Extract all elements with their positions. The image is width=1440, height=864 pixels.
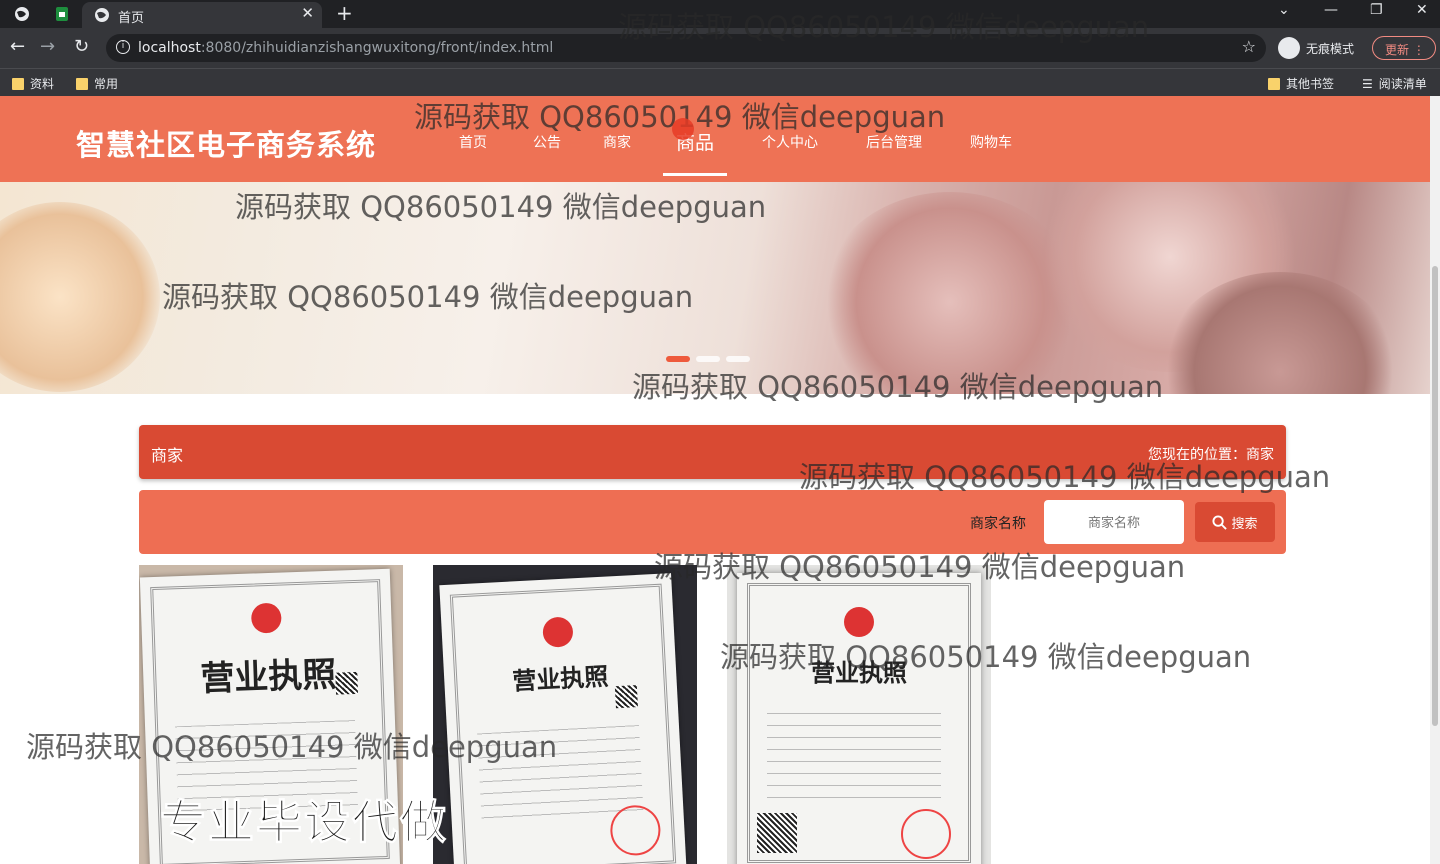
close-tab-icon[interactable]: ✕ bbox=[301, 4, 314, 22]
globe-icon[interactable] bbox=[12, 4, 32, 24]
qr-code-icon bbox=[614, 685, 638, 709]
watermark: 源码获取 QQ86050149 微信deepguan bbox=[654, 550, 1186, 584]
incognito-icon bbox=[1278, 37, 1300, 59]
watermark: 源码获取 QQ86050149 微信deepguan bbox=[799, 460, 1331, 494]
emblem-icon bbox=[844, 607, 874, 637]
carousel-dot[interactable] bbox=[726, 356, 750, 362]
merchant-card[interactable]: 营业执照 bbox=[727, 565, 991, 864]
update-label: 更新 bbox=[1385, 43, 1410, 57]
flower-shape bbox=[0, 202, 160, 392]
watermark: 源码获取 QQ86050149 微信deepguan bbox=[26, 730, 558, 764]
carousel-dot[interactable] bbox=[696, 356, 720, 362]
scroll-thumb[interactable] bbox=[1432, 266, 1438, 726]
bookmark-folder[interactable]: 常用 bbox=[76, 75, 118, 92]
forward-icon[interactable]: → bbox=[40, 36, 55, 57]
globe-icon bbox=[92, 5, 112, 25]
sheets-icon[interactable] bbox=[52, 4, 72, 24]
search-button[interactable]: 搜索 bbox=[1195, 502, 1275, 542]
watermark: 源码获取 QQ86050149 微信deepguan bbox=[162, 280, 694, 314]
watermark: 源码获取 QQ86050149 微信deepguan bbox=[632, 370, 1164, 404]
watermark: 源码获取 QQ86050149 微信deepguan bbox=[720, 640, 1252, 674]
reading-list-icon: ☰ bbox=[1362, 76, 1373, 91]
active-tab[interactable]: 首页 ✕ bbox=[82, 2, 322, 28]
bookmarks-bar: 资料 常用 其他书签 ☰ 阅读清单 bbox=[0, 68, 1440, 96]
incognito-indicator[interactable]: 无痕模式 bbox=[1278, 37, 1354, 59]
url-text[interactable]: localhost:8080/zhihuidianzishangwuxitong… bbox=[138, 40, 553, 56]
bookmark-star-icon[interactable]: ☆ bbox=[1242, 37, 1256, 56]
folder-icon bbox=[12, 77, 24, 90]
qr-code-icon bbox=[335, 671, 359, 695]
seal-icon bbox=[901, 809, 951, 859]
folder-icon bbox=[76, 77, 88, 90]
license-image: 营业执照 bbox=[439, 573, 687, 864]
reload-icon[interactable]: ↻ bbox=[74, 36, 89, 57]
mouse-cursor bbox=[672, 118, 694, 140]
watermark: 源码获取 QQ86050149 微信deepguan bbox=[618, 10, 1150, 44]
update-button[interactable]: 更新 ⋮ bbox=[1372, 36, 1436, 60]
nav-cart[interactable]: 购物车 bbox=[970, 132, 1012, 152]
qr-code-icon bbox=[757, 813, 797, 853]
tab-search-icon[interactable]: ⌄ bbox=[1278, 2, 1290, 18]
carousel-dot[interactable] bbox=[666, 356, 690, 362]
folder-icon bbox=[1268, 77, 1280, 90]
license-image: 营业执照 bbox=[737, 573, 981, 864]
bookmark-folder[interactable]: 资料 bbox=[12, 75, 54, 92]
site-info-icon[interactable]: i bbox=[116, 40, 130, 54]
site-logo[interactable]: 智慧社区电子商务系统 bbox=[76, 122, 376, 164]
merchant-name-input[interactable] bbox=[1044, 500, 1184, 544]
promo-overlay: 专业毕设代做 bbox=[160, 795, 448, 850]
incognito-label: 无痕模式 bbox=[1306, 41, 1355, 56]
watermark: 源码获取 QQ86050149 微信deepguan bbox=[235, 190, 767, 224]
other-bookmarks[interactable]: 其他书签 bbox=[1268, 75, 1334, 92]
reading-list[interactable]: ☰ 阅读清单 bbox=[1362, 75, 1427, 92]
restore-button[interactable]: ❐ bbox=[1370, 2, 1383, 18]
minimize-button[interactable]: — bbox=[1324, 2, 1338, 18]
back-icon[interactable]: ← bbox=[10, 36, 25, 57]
search-label: 商家名称 bbox=[970, 516, 1026, 532]
merchant-card[interactable]: 营业执照 bbox=[433, 565, 697, 864]
new-tab-button[interactable]: + bbox=[336, 1, 353, 25]
close-window-button[interactable]: ✕ bbox=[1416, 2, 1428, 18]
active-nav-underline bbox=[663, 173, 727, 176]
tab-title: 首页 bbox=[118, 11, 145, 26]
search-icon bbox=[1212, 514, 1228, 530]
section-title: 商家 bbox=[151, 446, 184, 465]
page-scrollbar[interactable] bbox=[1430, 96, 1440, 864]
